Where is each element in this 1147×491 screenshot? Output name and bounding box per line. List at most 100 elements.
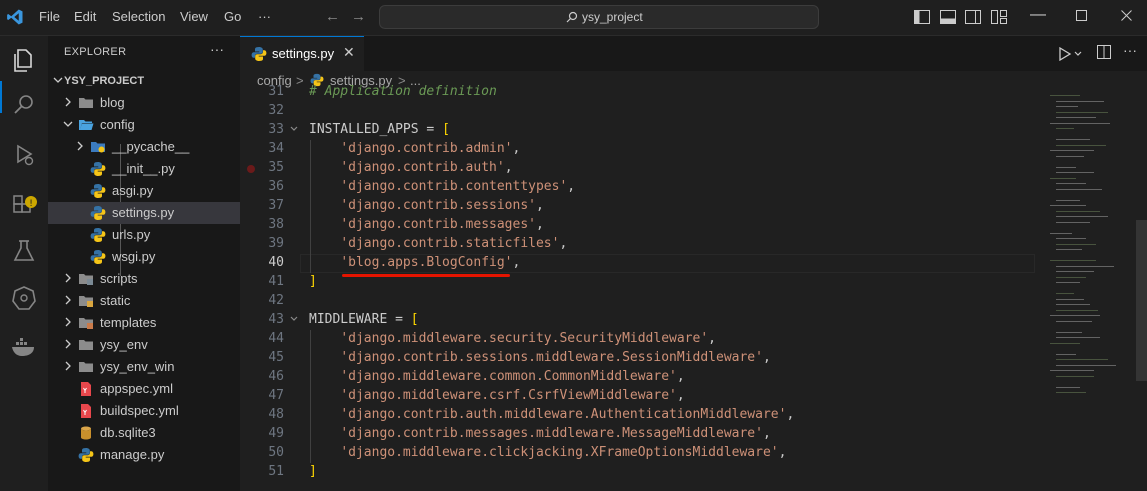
run-and-debug-icon[interactable] — [9, 139, 39, 169]
indent-guide — [310, 140, 311, 273]
minimap-line — [1056, 309, 1098, 311]
code-line[interactable]: 38 'django.contrib.messages', — [240, 216, 1040, 235]
chevron-right-icon — [65, 273, 71, 283]
menu-go[interactable]: Go — [224, 9, 241, 24]
close-icon[interactable] — [1121, 10, 1132, 21]
run-dropdown-chevron-icon[interactable] — [1074, 51, 1082, 57]
kubernetes-icon[interactable] — [9, 283, 39, 313]
toggle-panel-icon[interactable] — [940, 10, 956, 24]
code-line[interactable]: 51] — [240, 463, 1040, 482]
tab-bar: settings.py ✕ ··· — [240, 36, 1147, 71]
tree-item-wsgi-py[interactable]: wsgi.py — [48, 246, 240, 268]
code-line[interactable]: 34 'django.contrib.admin', — [240, 140, 1040, 159]
tab-close-icon[interactable]: ✕ — [343, 44, 355, 61]
run-python-file-icon[interactable] — [1058, 47, 1072, 61]
code-line[interactable]: 48 'django.contrib.auth.middleware.Authe… — [240, 406, 1040, 425]
code-line[interactable]: 42 — [240, 292, 1040, 311]
code-line[interactable]: 35 'django.contrib.auth', — [240, 159, 1040, 178]
tree-item-settings-py[interactable]: settings.py — [48, 202, 240, 224]
code-line[interactable]: 33 INSTALLED_APPS = [ — [240, 121, 1040, 140]
workspace-root[interactable]: YSY_PROJECT — [48, 70, 240, 92]
code-line[interactable]: 37 'django.contrib.sessions', — [240, 197, 1040, 216]
search-icon[interactable] — [9, 90, 39, 120]
tree-item-scripts[interactable]: scripts — [48, 268, 240, 290]
explorer-sidebar: EXPLORER ··· YSY_PROJECT blog config __pyc… — [48, 36, 240, 491]
code-line[interactable]: 44 'django.middleware.security.SecurityM… — [240, 330, 1040, 349]
tree-item-config[interactable]: config — [48, 114, 240, 136]
tree-item-urls-py[interactable]: urls.py — [48, 224, 240, 246]
menu-selection[interactable]: Selection — [112, 9, 165, 24]
code-line[interactable]: 32 — [240, 102, 1040, 121]
maximize-icon[interactable] — [1076, 10, 1087, 21]
toggle-secondary-sidebar-icon[interactable] — [965, 10, 981, 24]
explorer-files-icon[interactable] — [9, 45, 39, 75]
explorer-more-button[interactable]: ··· — [210, 41, 224, 57]
line-number: 47 — [268, 388, 284, 403]
tree-item-init-py[interactable]: __init__.py — [48, 158, 240, 180]
tree-item-manage-py[interactable]: manage.py — [48, 444, 240, 466]
menu-view[interactable]: View — [180, 9, 208, 24]
line-text: # Application definition — [309, 84, 497, 99]
menu-more[interactable]: ··· — [258, 9, 271, 24]
testing-flask-icon[interactable] — [9, 236, 39, 266]
code-line[interactable]: 31 # Application definition — [240, 83, 1040, 102]
tree-item-blog[interactable]: blog — [48, 92, 240, 114]
code-line[interactable]: 50 'django.middleware.clickjacking.XFram… — [240, 444, 1040, 463]
folder-icon — [79, 362, 93, 372]
line-text: 'django.middleware.clickjacking.XFrameOp… — [340, 445, 787, 460]
tree-item-buildspec-yml[interactable]: buildspec.yml — [48, 400, 240, 422]
tree-item-label: settings.py — [112, 205, 175, 220]
minimap-line — [1056, 298, 1084, 300]
code-line[interactable]: 40 'blog.apps.BlogConfig', — [240, 254, 1040, 273]
editor-area: settings.py ✕ ··· config > settings.py >… — [240, 36, 1147, 491]
minimap-line — [1056, 210, 1100, 212]
extensions-icon[interactable]: ! — [9, 188, 39, 218]
minimap-line — [1056, 320, 1092, 322]
back-arrow-icon[interactable]: ← — [325, 8, 340, 25]
fold-chevron-icon[interactable] — [289, 124, 299, 134]
tree-item-label: ysy_env_win — [100, 359, 175, 374]
tree-item-static[interactable]: static — [48, 290, 240, 312]
line-number: 33 — [268, 122, 284, 137]
code-editor[interactable]: 31 # Application definition 32 33 INSTALLED_… — [240, 84, 1040, 491]
split-editor-icon[interactable] — [1097, 45, 1111, 59]
tree-item-db-sqlite3[interactable]: db.sqlite3 — [48, 422, 240, 444]
menu-edit[interactable]: Edit — [74, 9, 96, 24]
forward-arrow-icon[interactable]: → — [351, 8, 366, 25]
tree-item-templates[interactable]: templates — [48, 312, 240, 334]
tree-item-asgi-py[interactable]: asgi.py — [48, 180, 240, 202]
docker-icon[interactable] — [9, 332, 39, 362]
editor-more-actions[interactable]: ··· — [1123, 42, 1137, 58]
menu-file[interactable]: File — [39, 9, 60, 24]
chevron-right-icon — [65, 361, 71, 371]
code-line[interactable]: 39 'django.contrib.staticfiles', — [240, 235, 1040, 254]
tab-settings-py[interactable]: settings.py ✕ — [240, 36, 364, 71]
minimap-line — [1050, 370, 1094, 371]
minimap-line — [1056, 331, 1082, 333]
indent-guide — [310, 330, 311, 463]
fold-chevron-icon[interactable] — [289, 314, 299, 324]
code-line[interactable]: 47 'django.middleware.csrf.CsrfViewMiddl… — [240, 387, 1040, 406]
code-line[interactable]: 49 'django.contrib.messages.middleware.M… — [240, 425, 1040, 444]
command-center-search[interactable]: ysy_project — [379, 5, 819, 29]
code-line[interactable]: 36 'django.contrib.contenttypes', — [240, 178, 1040, 197]
activity-bar: ! — [0, 36, 49, 491]
breakpoint-hint-icon[interactable] — [247, 165, 255, 173]
python-file-icon — [90, 184, 106, 198]
minimize-icon[interactable]: — — [1030, 6, 1046, 24]
tree-item-ysy-env-win[interactable]: ysy_env_win — [48, 356, 240, 378]
code-line[interactable]: 45 'django.contrib.sessions.middleware.S… — [240, 349, 1040, 368]
minimap[interactable] — [1040, 89, 1136, 491]
vertical-scrollbar[interactable] — [1136, 220, 1147, 381]
minimap-line — [1056, 249, 1082, 250]
tree-item-ysy-env[interactable]: ysy_env — [48, 334, 240, 356]
customize-layout-icon[interactable] — [991, 10, 1007, 24]
tree-item-pycache[interactable]: __pycache__ — [48, 136, 240, 158]
tree-item-appspec-yml[interactable]: appspec.yml — [48, 378, 240, 400]
minimap-line — [1056, 172, 1094, 173]
code-line[interactable]: 43 MIDDLEWARE = [ — [240, 311, 1040, 330]
python-file-icon — [78, 448, 94, 462]
toggle-primary-sidebar-icon[interactable] — [914, 10, 930, 24]
line-text: 'django.contrib.auth', — [340, 160, 513, 175]
code-line[interactable]: 46 'django.middleware.common.CommonMiddl… — [240, 368, 1040, 387]
